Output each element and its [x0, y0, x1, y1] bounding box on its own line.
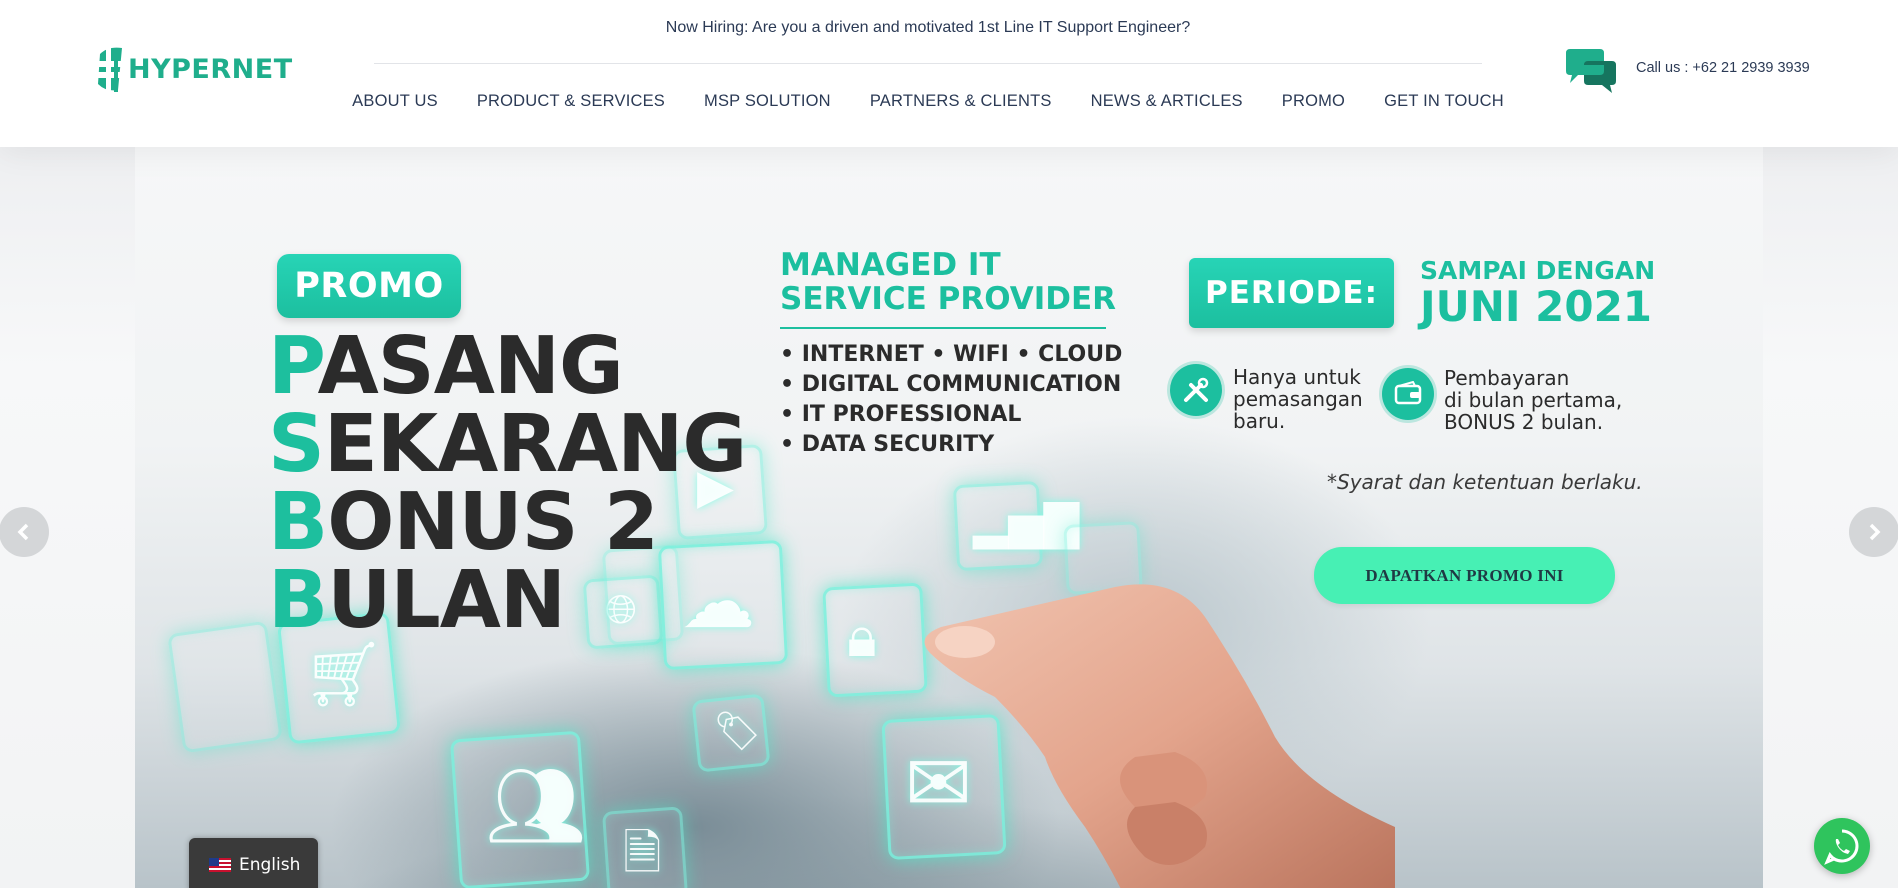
call-us-text[interactable]: Call us : +62 21 2939 3939: [1636, 60, 1810, 76]
nav-about-us[interactable]: ABOUT US: [333, 92, 458, 111]
document-icon: 🗎: [623, 825, 662, 881]
promo-badge: PROMO: [277, 254, 461, 318]
nav-msp-solution[interactable]: MSP SOLUTION: [685, 92, 851, 111]
get-promo-button[interactable]: DAPATKAN PROMO INI: [1314, 547, 1615, 604]
lock-icon: 🔒︎: [847, 605, 877, 670]
promo-headline: PASANG SEKARANG BONUS 2 BULAN: [268, 320, 747, 646]
slider-prev-button[interactable]: [0, 507, 49, 557]
tools-icon: [1170, 364, 1222, 416]
list-item: • IT PROFESSIONAL: [780, 402, 1022, 427]
logo[interactable]: HYPERNET: [92, 44, 293, 94]
whatsapp-icon: [1824, 829, 1859, 865]
us-flag-icon: [209, 858, 231, 872]
chat-bubbles-icon: [1566, 49, 1616, 93]
page: HYPERNET Now Hiring: Are you a driven an…: [0, 0, 1898, 888]
terms-note: *Syarat dan ketentuan berlaku.: [1327, 470, 1643, 494]
users-icon: 👥︎: [485, 759, 587, 852]
list-item: • INTERNET • WIFI • CLOUD: [780, 342, 1123, 367]
nav-news-articles[interactable]: NEWS & ARTICLES: [1071, 92, 1262, 111]
msp-divider: [780, 327, 1106, 329]
nav-get-in-touch[interactable]: GET IN TOUCH: [1365, 92, 1524, 111]
promo-banner[interactable]: 🛒︎ 👥︎ 🌐︎ 🗎 ☁︎ ▶︎ 🏷︎ 🔒︎ ✉︎ ▂▅▇ PROMO PASA…: [135, 147, 1763, 888]
chevron-right-icon: [1869, 523, 1881, 541]
main-nav: ABOUT US PRODUCT & SERVICES MSP SOLUTION…: [352, 92, 1504, 111]
list-item: • DIGITAL COMMUNICATION: [780, 372, 1122, 397]
language-label: English: [239, 855, 301, 875]
msp-service-list: • INTERNET • WIFI • CLOUD • DIGITAL COMM…: [780, 340, 1122, 460]
nav-promo[interactable]: PROMO: [1262, 92, 1364, 111]
periode-badge: PERIODE:: [1189, 258, 1394, 328]
juni-2021-text: JUNI 2021: [1420, 282, 1653, 331]
glow-card: [167, 620, 283, 754]
feature-new-install: Hanya untuk pemasangan baru.: [1233, 365, 1363, 433]
nav-partners-clients[interactable]: PARTNERS & CLIENTS: [850, 92, 1071, 111]
logo-mark-icon: [94, 47, 130, 92]
tag-icon: 🏷︎: [713, 709, 762, 753]
site-header: HYPERNET Now Hiring: Are you a driven an…: [0, 0, 1898, 147]
cart-icon: 🛒︎: [303, 638, 385, 712]
hero-slider: 🛒︎ 👥︎ 🌐︎ 🗎 ☁︎ ▶︎ 🏷︎ 🔒︎ ✉︎ ▂▅▇ PROMO PASA…: [0, 147, 1898, 888]
language-switcher[interactable]: English: [189, 838, 318, 888]
hiring-announcement[interactable]: Now Hiring: Are you a driven and motivat…: [374, 19, 1482, 37]
list-item: • DATA SECURITY: [780, 432, 995, 457]
chevron-left-icon: [17, 523, 29, 541]
msp-title: MANAGED IT SERVICE PROVIDER: [780, 247, 1117, 317]
feature-bonus: Pembayaran di bulan pertama, BONUS 2 bul…: [1444, 366, 1623, 434]
logo-text: HYPERNET: [128, 53, 293, 85]
sampai-dengan-text: SAMPAI DENGAN: [1420, 256, 1656, 285]
wallet-icon: [1382, 368, 1434, 420]
slider-next-button[interactable]: [1849, 507, 1898, 557]
nav-product-services[interactable]: PRODUCT & SERVICES: [457, 92, 684, 111]
whatsapp-button[interactable]: [1814, 818, 1870, 874]
header-divider: [374, 63, 1482, 64]
